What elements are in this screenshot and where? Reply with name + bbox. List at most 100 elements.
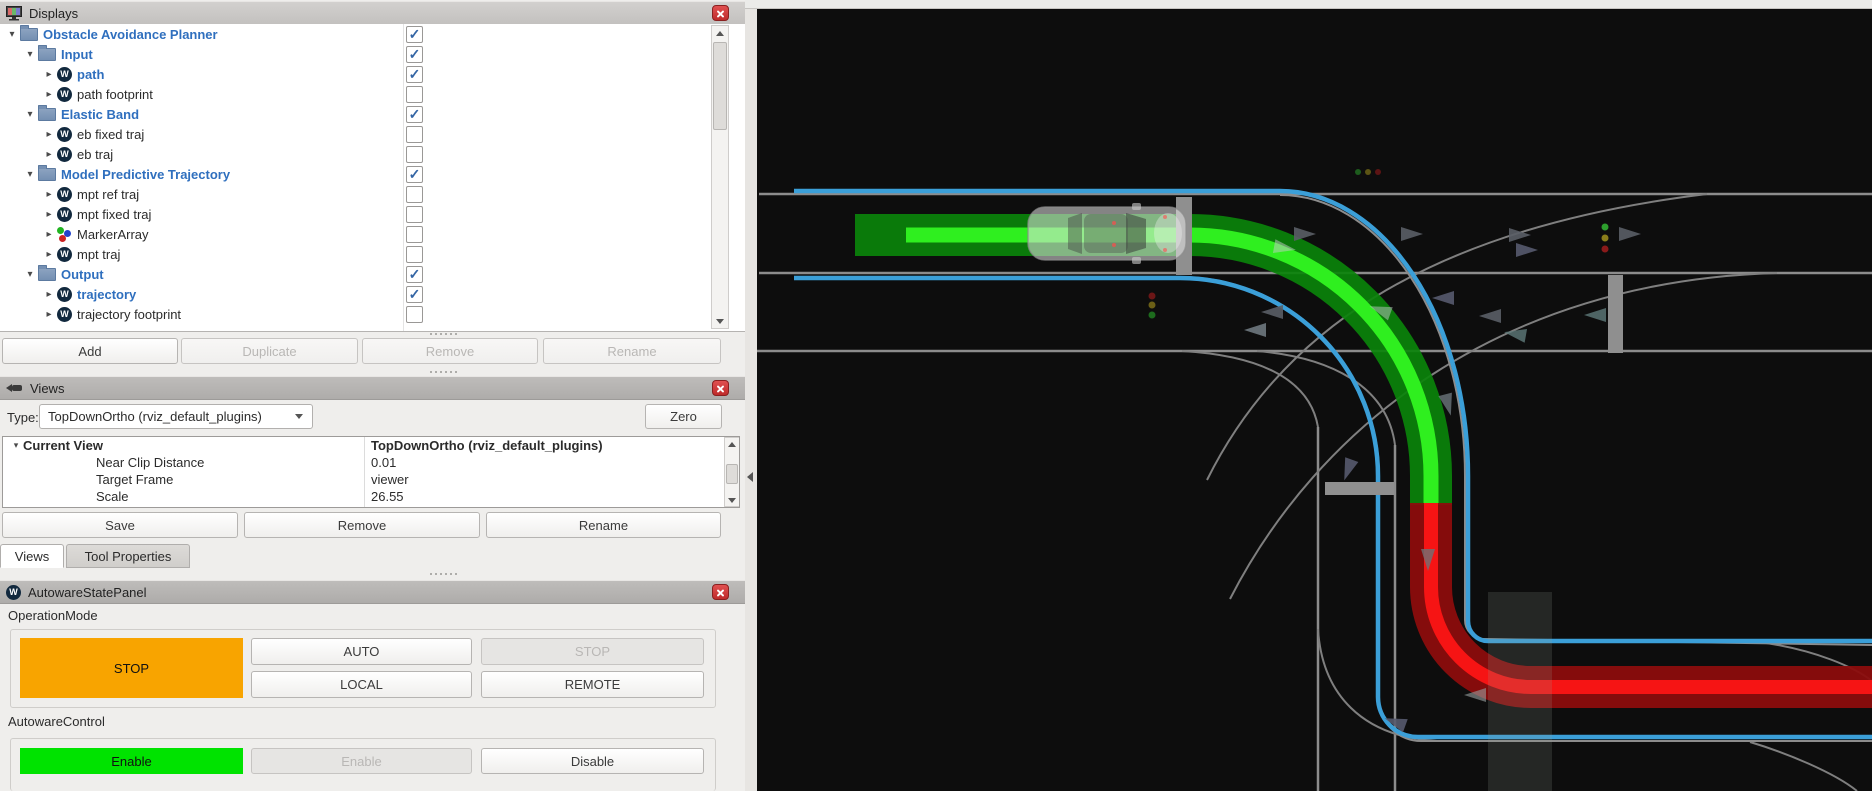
local-mode-button[interactable]: LOCAL — [251, 671, 472, 698]
property-value[interactable]: viewer — [371, 472, 409, 487]
expander-arrow-icon[interactable]: ▾ — [9, 440, 23, 451]
expander-arrow-icon[interactable]: ▸ — [41, 229, 57, 240]
operation-mode-label: OperationMode — [8, 608, 98, 623]
views-panel-titlebar[interactable]: Views — [0, 376, 745, 400]
tab-tool-properties[interactable]: Tool Properties — [66, 544, 190, 568]
add-display-button[interactable]: Add — [2, 338, 178, 364]
tree-row-mpt-fixed-traj[interactable]: ▸ mpt fixed traj — [0, 204, 745, 224]
scroll-up-icon[interactable] — [725, 438, 739, 450]
checkmark-icon: ✓ — [409, 27, 421, 41]
expander-arrow-icon[interactable]: ▸ — [41, 189, 57, 200]
scroll-up-icon[interactable] — [712, 26, 728, 40]
panel-resize-handle[interactable] — [430, 371, 457, 373]
autoware-logo-icon — [6, 585, 21, 600]
rename-view-button[interactable]: Rename — [486, 512, 721, 538]
expander-arrow-icon[interactable]: ▾ — [22, 169, 38, 180]
close-icon[interactable] — [712, 584, 729, 600]
tab-views[interactable]: Views — [0, 544, 64, 568]
properties-scrollbar[interactable] — [724, 437, 740, 507]
visibility-checkbox[interactable]: ✓ — [406, 286, 423, 303]
stop-mode-button: STOP — [481, 638, 704, 665]
tree-row-mpt-ref-traj[interactable]: ▸ mpt ref traj — [0, 184, 745, 204]
property-row-current-view[interactable]: ▾ Current View TopDownOrtho (rviz_defaul… — [3, 437, 739, 454]
expander-arrow-icon[interactable]: ▸ — [41, 89, 57, 100]
visibility-checkbox[interactable] — [406, 246, 423, 263]
tree-row-eb-fixed-traj[interactable]: ▸ eb fixed traj — [0, 124, 745, 144]
expander-arrow-icon[interactable]: ▾ — [22, 109, 38, 120]
tree-row-elastic-band[interactable]: ▾ Elastic Band ✓ — [0, 104, 745, 124]
tree-row-label: mpt fixed traj — [77, 207, 151, 222]
expander-arrow-icon[interactable]: ▾ — [22, 269, 38, 280]
expander-arrow-icon[interactable]: ▸ — [41, 129, 57, 140]
visibility-checkbox[interactable]: ✓ — [406, 166, 423, 183]
visibility-checkbox[interactable] — [406, 206, 423, 223]
view-type-dropdown[interactable]: TopDownOrtho (rviz_default_plugins) — [39, 404, 313, 429]
visibility-checkbox[interactable] — [406, 86, 423, 103]
close-icon[interactable] — [712, 380, 729, 396]
tree-row-trajectory-footprint[interactable]: ▸ trajectory footprint — [0, 304, 745, 324]
panel-splitter[interactable] — [745, 9, 757, 791]
expander-arrow-icon[interactable]: ▸ — [41, 209, 57, 220]
visibility-checkbox[interactable] — [406, 126, 423, 143]
property-name: Scale — [96, 489, 129, 504]
tree-row-trajectory[interactable]: ▸ trajectory ✓ — [0, 284, 745, 304]
property-row-near-clip[interactable]: Near Clip Distance 0.01 — [3, 454, 739, 471]
checkmark-icon: ✓ — [409, 107, 421, 121]
tree-row-label: path — [77, 67, 104, 82]
property-row-scale[interactable]: Scale 26.55 — [3, 488, 739, 505]
autoware-control-status: Enable — [20, 748, 243, 774]
remote-mode-button[interactable]: REMOTE — [481, 671, 704, 698]
expander-arrow-icon[interactable]: ▸ — [41, 249, 57, 260]
panel-resize-handle[interactable] — [430, 573, 457, 575]
visibility-checkbox[interactable] — [406, 226, 423, 243]
zero-button[interactable]: Zero — [645, 404, 722, 429]
tree-scrollbar[interactable] — [711, 25, 729, 329]
visibility-checkbox[interactable]: ✓ — [406, 26, 423, 43]
remove-view-button[interactable]: Remove — [244, 512, 480, 538]
property-row-target-frame[interactable]: Target Frame viewer — [3, 471, 739, 488]
scroll-down-icon[interactable] — [712, 314, 728, 328]
visibility-checkbox[interactable] — [406, 186, 423, 203]
expander-arrow-icon[interactable]: ▾ — [22, 49, 38, 60]
autoware-control-label: AutowareControl — [8, 714, 105, 729]
scrollbar-thumb[interactable] — [713, 42, 727, 130]
autoware-state-panel-titlebar[interactable]: AutowareStatePanel — [0, 580, 745, 604]
auto-mode-button[interactable]: AUTO — [251, 638, 472, 665]
expander-arrow-icon[interactable]: ▸ — [41, 289, 57, 300]
visibility-checkbox[interactable]: ✓ — [406, 46, 423, 63]
visibility-checkbox[interactable] — [406, 146, 423, 163]
tree-row-path-footprint[interactable]: ▸ path footprint — [0, 84, 745, 104]
autoware-display-icon — [57, 287, 72, 302]
tree-row-path[interactable]: ▸ path ✓ — [0, 64, 745, 84]
remove-display-button: Remove — [362, 338, 538, 364]
ego-vehicle — [1028, 203, 1186, 264]
visibility-checkbox[interactable] — [406, 306, 423, 323]
expander-arrow-icon[interactable]: ▸ — [41, 149, 57, 160]
tree-row-mpt-traj[interactable]: ▸ mpt traj — [0, 244, 745, 264]
save-view-button[interactable]: Save — [2, 512, 238, 538]
tree-row-obstacle-avoidance-planner[interactable]: ▾ Obstacle Avoidance Planner ✓ — [0, 24, 745, 44]
visibility-checkbox[interactable]: ✓ — [406, 266, 423, 283]
tree-row-label: Input — [61, 47, 93, 62]
scroll-down-icon[interactable] — [725, 494, 739, 506]
disable-control-button[interactable]: Disable — [481, 748, 704, 774]
visibility-checkbox[interactable]: ✓ — [406, 66, 423, 83]
scrollbar-thumb[interactable] — [726, 464, 738, 484]
tree-row-input[interactable]: ▾ Input ✓ — [0, 44, 745, 64]
expander-arrow-icon[interactable]: ▸ — [41, 309, 57, 320]
tree-row-output[interactable]: ▾ Output ✓ — [0, 264, 745, 284]
property-value[interactable]: 26.55 — [371, 489, 404, 504]
tree-row-eb-traj[interactable]: ▸ eb traj — [0, 144, 745, 164]
3d-viewport[interactable] — [757, 9, 1872, 791]
visibility-checkbox[interactable]: ✓ — [406, 106, 423, 123]
tree-row-marker-array[interactable]: ▸ MarkerArray — [0, 224, 745, 244]
collapse-panel-icon[interactable] — [747, 472, 753, 482]
expander-arrow-icon[interactable]: ▸ — [41, 69, 57, 80]
tree-row-model-predictive-trajectory[interactable]: ▾ Model Predictive Trajectory ✓ — [0, 164, 745, 184]
expander-arrow-icon[interactable]: ▾ — [4, 29, 20, 40]
displays-panel-titlebar[interactable]: Displays — [0, 1, 745, 25]
panel-resize-handle[interactable] — [430, 333, 457, 335]
close-icon[interactable] — [712, 5, 729, 21]
tree-row-label: eb fixed traj — [77, 127, 144, 142]
property-value[interactable]: 0.01 — [371, 455, 396, 470]
